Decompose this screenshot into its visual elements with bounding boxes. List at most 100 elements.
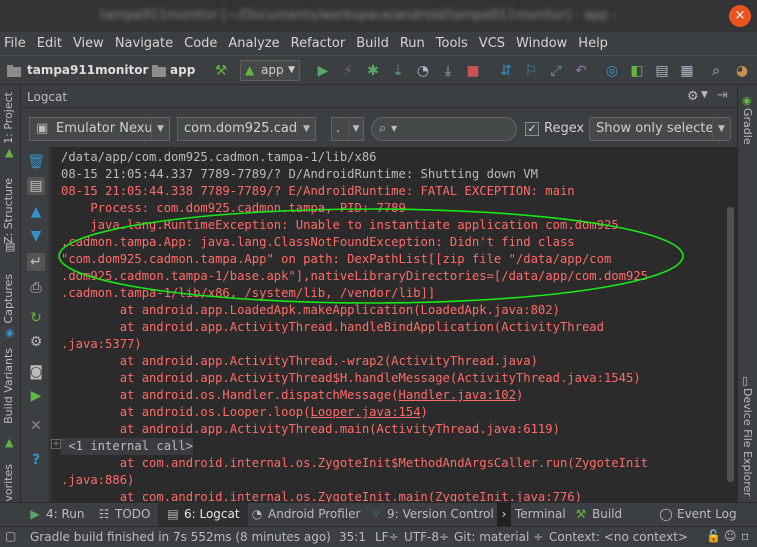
tab-captures[interactable]: Captures [2, 274, 15, 323]
event-log-icon: ◯ [659, 507, 673, 521]
tab-project[interactable]: 1: Project [2, 92, 15, 144]
run-config-label: app [261, 63, 284, 77]
log-level-select[interactable]: . ▼ [331, 117, 364, 141]
make-project-icon[interactable]: ⚒ [212, 62, 230, 80]
profile-icon[interactable]: ◔ [414, 62, 432, 80]
tab-terminal[interactable]: › Terminal [497, 503, 566, 527]
lock-icon[interactable]: 🔓 [706, 529, 721, 543]
caret-position[interactable]: 35:1 [339, 530, 366, 544]
status-message[interactable]: Gradle build finished in 7s 552ms (8 min… [30, 530, 331, 544]
device-select[interactable]: ▣ Emulator Nexu ▼ [29, 117, 170, 141]
arrow-down-icon[interactable]: ▼ [27, 227, 45, 245]
breadcrumb-project[interactable]: tampa911monitor [27, 63, 148, 77]
screen-record-icon[interactable]: ▶ [27, 387, 45, 405]
arrow-up-icon[interactable]: ▲ [27, 203, 45, 221]
scroll-to-end-icon[interactable]: ▤ [27, 177, 45, 195]
menu-edit[interactable]: Edit [37, 36, 62, 51]
tab-event-log[interactable]: ◯ Event Log [659, 503, 736, 527]
package-select[interactable]: com.dom925.cadm ▼ [177, 117, 316, 141]
avd-manager-icon[interactable]: ⚐ [522, 62, 540, 80]
close-icon[interactable]: ✕ [27, 417, 45, 435]
chevron-down-icon: ▼ [348, 118, 363, 140]
restart-icon[interactable]: ↻ [27, 309, 45, 327]
search-icon[interactable]: ⌕ [707, 62, 725, 80]
search-input[interactable]: ⌕ ▼ [371, 117, 517, 141]
tab-structure[interactable]: Z: Structure [2, 178, 15, 244]
menu-tools[interactable]: Tools [436, 36, 468, 51]
context-indicator[interactable]: Context: <no context> [549, 530, 688, 544]
coverage-icon[interactable]: ⤓ [439, 62, 457, 80]
menu-vcs[interactable]: VCS [479, 36, 505, 51]
clear-logcat-icon[interactable]: 🗑 [27, 153, 45, 171]
package-label: com.dom925.cadm [184, 121, 310, 136]
logcat-output[interactable]: /data/app/com.dom925.cadmon.tampa-1/lib/… [51, 147, 737, 502]
chevron-down-icon: ▼ [151, 118, 169, 140]
breadcrumb-module[interactable]: app [170, 63, 195, 77]
tab-device-file-explorer[interactable]: Device File Explorer [741, 388, 754, 497]
navigation-toolbar: tampa911monitor app ⚒ ▲ app ▼ ▶ ⚡ ✱ ⇣ ◔ … [0, 55, 757, 85]
highlight-annotation [58, 208, 684, 304]
menu-file[interactable]: File [4, 36, 26, 51]
layout-inspector-icon[interactable]: ◧ [628, 62, 646, 80]
chevron-down-icon: ▼ [712, 118, 730, 140]
file-encoding[interactable]: UTF-8÷ [404, 530, 449, 544]
menu-bar: File Edit View Navigate Code Analyze Ref… [0, 32, 757, 54]
hide-panel-icon[interactable]: ⇥ [717, 88, 728, 103]
menu-analyze[interactable]: Analyze [228, 36, 279, 51]
avatar-icon[interactable]: ◕ [733, 62, 751, 80]
undo-icon[interactable]: ↶ [572, 62, 590, 80]
stop-icon[interactable]: ■ [464, 62, 482, 80]
help-icon[interactable]: ? [27, 451, 45, 469]
tab-build[interactable]: ⚒ Build [574, 503, 623, 527]
chevron-down-icon[interactable]: ▼ [701, 90, 708, 100]
menu-window[interactable]: Window [516, 36, 567, 51]
attach-debugger-icon[interactable]: ⇣ [389, 62, 407, 80]
close-button[interactable]: × [729, 5, 751, 27]
build-icon: ⚒ [575, 507, 587, 521]
layout-icon[interactable]: ▢ [5, 529, 16, 543]
gradle-icon: ◉ [742, 94, 752, 107]
sdk-manager-icon[interactable]: ⤢ [547, 62, 565, 80]
debug-icon[interactable]: ✱ [364, 62, 382, 80]
tab-version-control[interactable]: ⑂ 9: Version Control [369, 503, 493, 527]
event-bubble-icon[interactable]: ▫ [741, 529, 749, 543]
inspector-icon[interactable]: ☺ [724, 529, 737, 543]
menu-refactor[interactable]: Refactor [291, 36, 346, 51]
regex-checkbox[interactable]: ✓ [525, 122, 539, 136]
sdk-icon[interactable]: ▦ [678, 62, 696, 80]
structure-icon: ▤ [5, 240, 16, 253]
chevron-down-icon: ▼ [391, 124, 398, 133]
run-icon[interactable]: ▶ [314, 62, 332, 80]
tool-window-bar: ▶ 4: Run ☷ TODO ▤ 6: Logcat ◔ Android Profil… [0, 502, 757, 527]
apply-changes-icon[interactable]: ⚡ [339, 62, 357, 80]
menu-navigate[interactable]: Navigate [115, 36, 173, 51]
tab-todo[interactable]: ☷ TODO [97, 503, 151, 527]
menu-view[interactable]: View [73, 36, 104, 51]
tab-android-profiler[interactable]: ◔ Android Profiler [250, 503, 361, 527]
menu-build[interactable]: Build [356, 36, 389, 51]
run-config-select[interactable]: ▲ app ▼ [240, 60, 300, 81]
screenshot-icon[interactable]: ◙ [27, 363, 45, 381]
menu-code[interactable]: Code [184, 36, 217, 51]
tab-build-variants[interactable]: Build Variants [2, 348, 15, 424]
print-icon[interactable]: ⎙ [27, 279, 45, 297]
git-branch[interactable]: Git: material ÷ [454, 530, 543, 544]
soft-wrap-icon[interactable]: ↵ [27, 253, 45, 271]
line-separator[interactable]: LF÷ [375, 530, 399, 544]
menu-run[interactable]: Run [400, 36, 425, 51]
title-bar: tampa911monitor [~/Documents/workspace/a… [0, 0, 757, 32]
gear-icon[interactable]: ⚙ [687, 89, 699, 104]
filter-config-select[interactable]: Show only selecte ▼ [589, 117, 731, 141]
sync-project-icon[interactable]: ⇵ [497, 62, 515, 80]
tab-gradle[interactable]: Gradle [741, 108, 754, 145]
tab-run[interactable]: ▶ 4: Run [28, 503, 84, 527]
device-icon: ▣ [36, 121, 49, 136]
menu-help[interactable]: Help [578, 36, 608, 51]
device-monitor-icon[interactable]: ◎ [603, 62, 621, 80]
left-tool-strip: 1: Project ▲ Z: Structure ▤ Captures ◉ B… [0, 86, 21, 508]
scrollbar[interactable] [727, 207, 734, 482]
project-structure-icon[interactable]: ▤ [653, 62, 671, 80]
logcat-header: Logcat ⚙ ▼ ⇥ [22, 86, 737, 108]
tab-logcat[interactable]: ▤ 6: Logcat [158, 503, 248, 527]
settings-icon[interactable]: ⚙ [27, 333, 45, 351]
